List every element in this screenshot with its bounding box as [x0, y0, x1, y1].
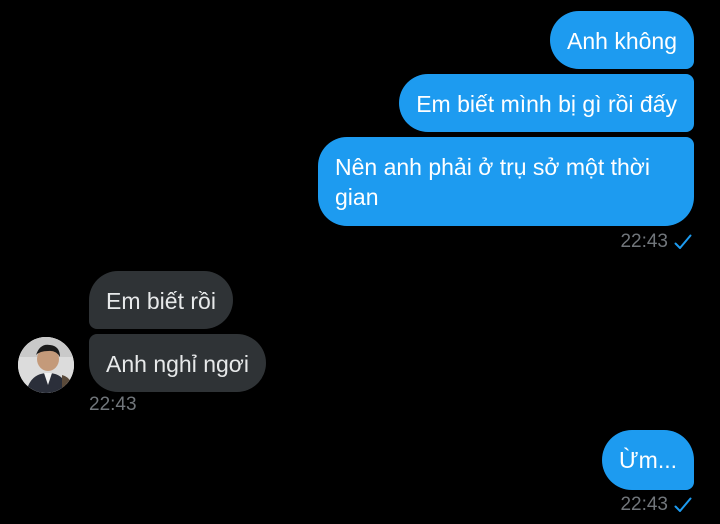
message-text: Ừm... — [619, 447, 677, 473]
message-text: Em biết rồi — [106, 288, 216, 314]
check-icon — [674, 234, 692, 249]
timestamp: 22:43 — [620, 494, 668, 515]
message-bubble-outgoing[interactable]: Ừm... — [602, 430, 694, 490]
message-meta: 22:43 — [620, 231, 692, 253]
message-bubble-outgoing[interactable]: Em biết mình bị gì rồi đấy — [399, 74, 694, 132]
message-bubble-outgoing[interactable]: Anh không — [550, 11, 694, 69]
check-icon — [674, 497, 692, 512]
message-bubble-incoming[interactable]: Anh nghỉ ngơi — [89, 334, 266, 392]
avatar-image — [18, 337, 74, 393]
message-text: Nên anh phải ở trụ sở một thời gian — [335, 154, 651, 210]
message-meta: 22:43 — [89, 394, 137, 416]
message-bubble-incoming[interactable]: Em biết rồi — [89, 271, 233, 329]
avatar[interactable] — [18, 337, 74, 393]
message-bubble-outgoing[interactable]: Nên anh phải ở trụ sở một thời gian — [318, 137, 694, 226]
message-text: Anh không — [567, 28, 677, 54]
timestamp: 22:43 — [620, 231, 668, 252]
timestamp: 22:43 — [89, 394, 137, 415]
message-meta: 22:43 — [620, 494, 692, 516]
message-text: Anh nghỉ ngơi — [106, 351, 249, 377]
message-text: Em biết mình bị gì rồi đấy — [416, 91, 677, 117]
